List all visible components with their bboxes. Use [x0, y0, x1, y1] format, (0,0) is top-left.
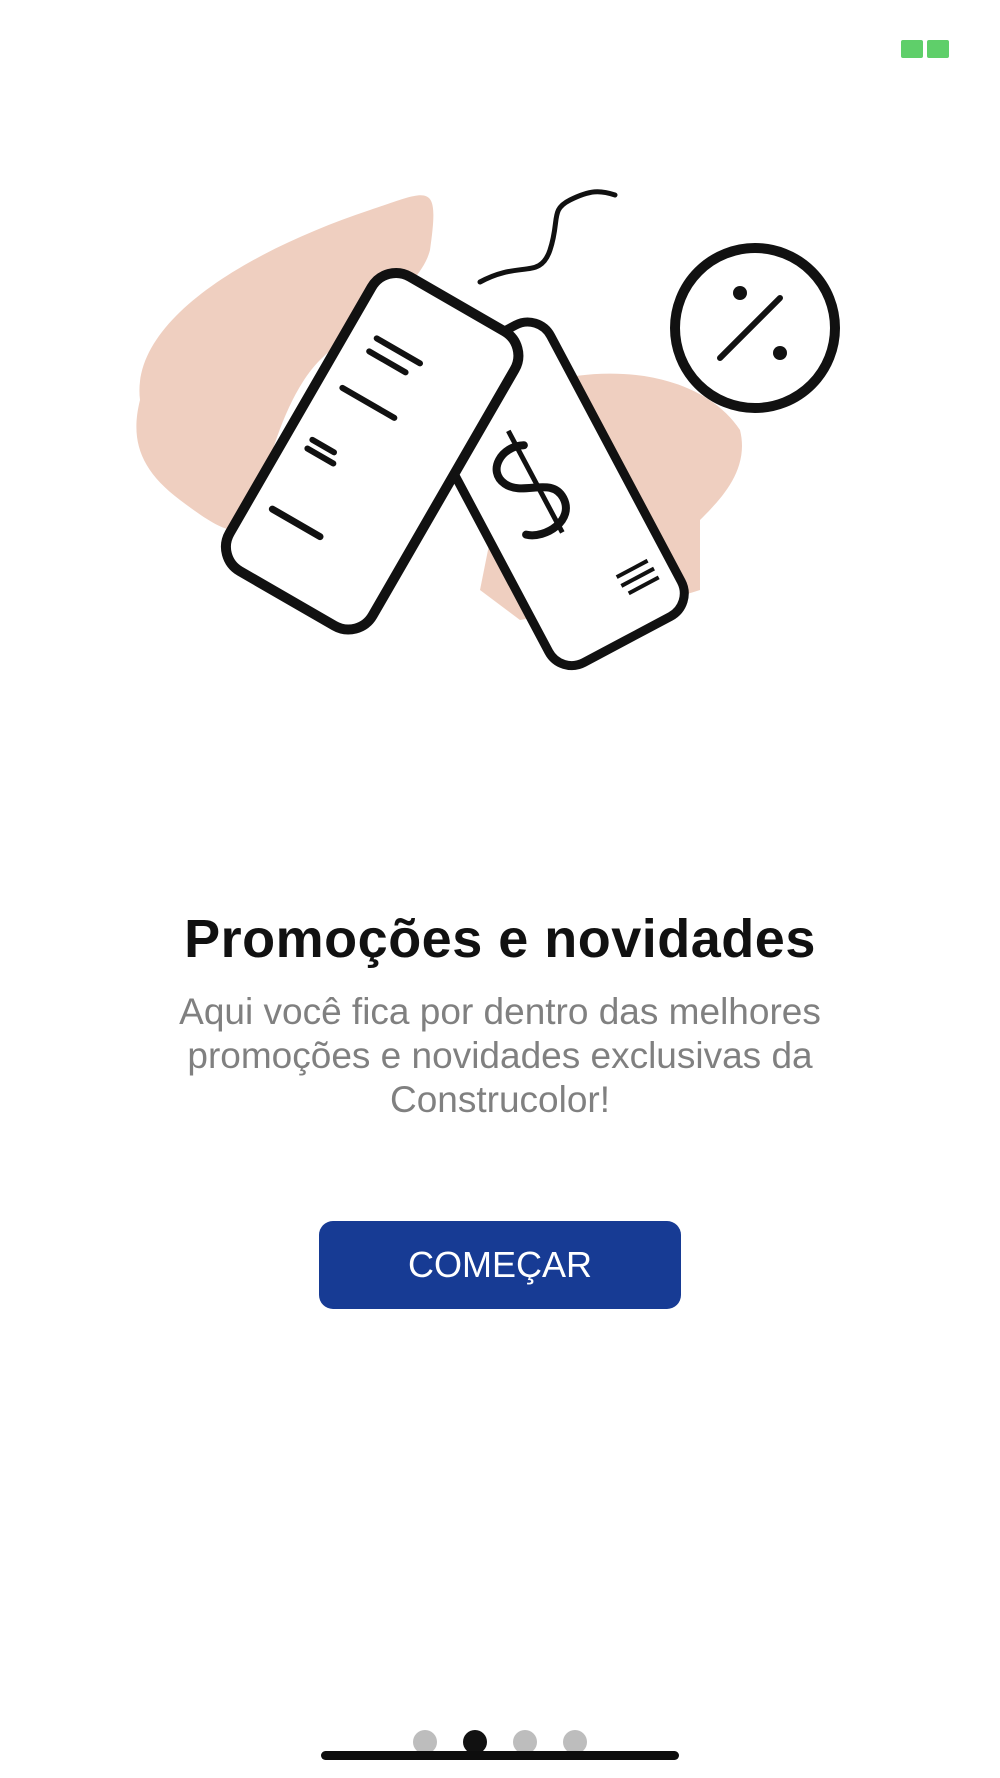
- page-description: Aqui você fica por dentro das melhores p…: [179, 991, 821, 1120]
- home-indicator[interactable]: [321, 1751, 679, 1760]
- page-title: Promoções e novidades: [184, 909, 816, 969]
- battery-icon: [901, 40, 949, 58]
- start-button[interactable]: COMEÇAR: [319, 1221, 681, 1309]
- discount-price-tags-icon: [136, 189, 840, 671]
